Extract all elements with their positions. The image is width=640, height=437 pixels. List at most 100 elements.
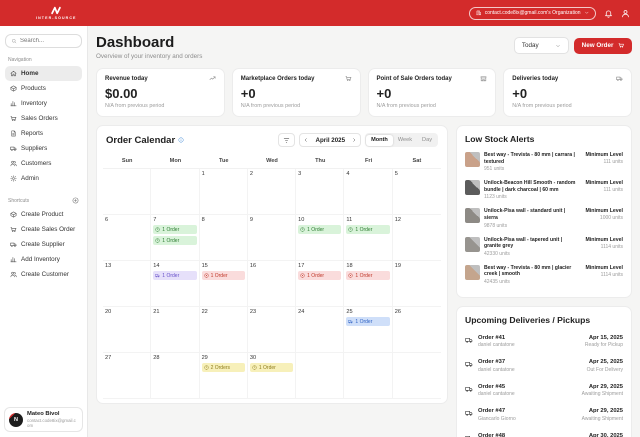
low-stock-item[interactable]: Unilock-Beacon Hill Smooth - random bund… xyxy=(465,176,623,204)
delivery-item[interactable]: Order #48daniel cantatoneApr 30, 2025Awa… xyxy=(465,427,623,437)
stat-value: +0 xyxy=(512,86,623,101)
new-order-label: New Order xyxy=(582,42,614,49)
delivery-item[interactable]: Order #45daniel cantatoneApr 29, 2025Awa… xyxy=(465,378,623,403)
calendar-event-chip[interactable]: 1 Order xyxy=(202,271,245,280)
calendar-day-cell[interactable]: 12 xyxy=(393,215,441,261)
chart-icon xyxy=(10,256,17,263)
calendar-day-cell[interactable]: 3 xyxy=(296,169,344,215)
calendar-event-chip[interactable]: 1 Order xyxy=(346,225,389,234)
shortcut-item-add-inventory[interactable]: Add Inventory xyxy=(5,252,82,267)
brand-logo[interactable]: INTER-SOURCE xyxy=(36,6,77,20)
calendar-day-cell[interactable]: 13 xyxy=(103,261,151,307)
calendar-day-cell[interactable]: 20 xyxy=(103,307,151,353)
calendar-day-cell[interactable]: 8 xyxy=(200,215,248,261)
trend-up-icon xyxy=(209,75,216,82)
sidebar-item-sales-orders[interactable]: Sales Orders xyxy=(5,111,82,126)
calendar-view-month[interactable]: Month xyxy=(366,135,393,146)
low-stock-item[interactable]: Unilock-Pisa wall - tapered unit | grani… xyxy=(465,233,623,261)
shortcut-item-create-sales-order[interactable]: Create Sales Order xyxy=(5,222,82,237)
sidebar-item-admin[interactable]: Admin xyxy=(5,171,82,186)
calendar-event-chip[interactable]: 1 Order xyxy=(298,271,341,280)
calendar-day-cell[interactable]: 181 Order xyxy=(344,261,392,307)
calendar-day-cell[interactable]: 5 xyxy=(393,169,441,215)
shortcut-item-create-product[interactable]: Create Product xyxy=(5,207,82,222)
low-stock-item[interactable]: Best way - Trevista - 80 mm | carrara | … xyxy=(465,148,623,176)
next-month-button[interactable] xyxy=(348,134,360,146)
clock-icon xyxy=(252,365,257,370)
search-input[interactable] xyxy=(20,38,76,44)
calendar-day-cell[interactable]: 141 Order xyxy=(151,261,199,307)
sidebar-item-reports[interactable]: Reports xyxy=(5,126,82,141)
calendar-event-chip[interactable]: 1 Order xyxy=(346,317,389,326)
calendar-day-cell[interactable]: 101 Order xyxy=(296,215,344,261)
calendar-day-cell[interactable]: 2 xyxy=(248,169,296,215)
delivery-item[interactable]: Order #47Giancarlo GiornoApr 29, 2025Awa… xyxy=(465,403,623,428)
calendar-day-cell[interactable]: 21 xyxy=(151,307,199,353)
sidebar-item-inventory[interactable]: Inventory xyxy=(5,96,82,111)
calendar-event-chip[interactable]: 1 Order xyxy=(153,225,196,234)
calendar-day-cell[interactable]: 4 xyxy=(344,169,392,215)
calendar-event-chip[interactable]: 1 Order xyxy=(153,271,196,280)
calendar-event-chip[interactable]: 2 Orders xyxy=(202,363,245,372)
shortcut-item-create-customer[interactable]: Create Customer xyxy=(5,267,82,282)
low-stock-item[interactable]: Unilock-Pisa wall - standard unit | sier… xyxy=(465,204,623,232)
low-stock-item[interactable]: Best way - Trevista - 80 mm | glacier cr… xyxy=(465,261,623,289)
calendar-event-chip[interactable]: 1 Order xyxy=(250,363,293,372)
calendar-day-cell[interactable] xyxy=(296,353,344,399)
search-box[interactable] xyxy=(5,34,82,48)
notifications-button[interactable] xyxy=(604,9,613,18)
new-order-button[interactable]: New Order xyxy=(574,38,632,54)
calendar-view-week[interactable]: Week xyxy=(393,135,417,146)
calendar-filter-button[interactable] xyxy=(278,133,295,147)
organization-selector[interactable]: contact.code8ix@gmail.com's Organization xyxy=(469,7,596,20)
sidebar-item-label: Sales Orders xyxy=(21,115,58,122)
user-card[interactable]: N Mateo Bivol contact.code8ix@gmail.com xyxy=(4,407,83,432)
stat-card[interactable]: Revenue today$0.00N/A from previous peri… xyxy=(96,68,225,117)
calendar-day-cell[interactable] xyxy=(393,353,441,399)
add-shortcut-button[interactable] xyxy=(72,197,79,204)
delivery-item[interactable]: Order #37daniel cantatoneApr 25, 2025Out… xyxy=(465,354,623,379)
calendar-day-cell[interactable]: 9 xyxy=(248,215,296,261)
sidebar-item-customers[interactable]: Customers xyxy=(5,156,82,171)
stat-card[interactable]: Marketplace Orders today+0N/A from previ… xyxy=(232,68,361,117)
calendar-day-cell[interactable]: 16 xyxy=(248,261,296,307)
truck-icon xyxy=(348,319,353,324)
calendar-event-chip[interactable]: 1 Order xyxy=(346,271,389,280)
sidebar-item-products[interactable]: Products xyxy=(5,81,82,96)
calendar-day-cell[interactable]: 19 xyxy=(393,261,441,307)
calendar-day-cell[interactable]: 111 Order xyxy=(344,215,392,261)
account-button[interactable] xyxy=(621,9,630,18)
period-selector[interactable]: Today xyxy=(514,37,569,54)
delivery-status: Awaiting Shipment xyxy=(582,416,623,422)
calendar-day-cell[interactable] xyxy=(151,169,199,215)
calendar-day-cell[interactable]: 23 xyxy=(248,307,296,353)
previous-month-button[interactable] xyxy=(300,134,312,146)
stat-card[interactable]: Deliveries today+0N/A from previous peri… xyxy=(503,68,632,117)
calendar-event-chip[interactable]: 1 Order xyxy=(298,225,341,234)
calendar-day-cell[interactable]: 1 xyxy=(200,169,248,215)
calendar-day-cell[interactable]: 28 xyxy=(151,353,199,399)
calendar-day-cell[interactable]: 22 xyxy=(200,307,248,353)
calendar-day-cell[interactable]: 151 Order xyxy=(200,261,248,307)
calendar-day-cell[interactable]: 251 Order xyxy=(344,307,392,353)
calendar-day-cell[interactable]: 171 Order xyxy=(296,261,344,307)
calendar-day-cell[interactable] xyxy=(344,353,392,399)
calendar-day-cell[interactable]: 26 xyxy=(393,307,441,353)
calendar-day-cell[interactable]: 301 Order xyxy=(248,353,296,399)
calendar-event-chip[interactable]: 1 Order xyxy=(153,236,196,245)
info-icon[interactable] xyxy=(178,137,184,143)
calendar-day-cell[interactable]: 292 Orders xyxy=(200,353,248,399)
calendar-view-day[interactable]: Day xyxy=(417,135,437,146)
delivery-item[interactable]: Order #41daniel cantatoneApr 15, 2025Rea… xyxy=(465,329,623,354)
calendar-day-cell[interactable]: 6 xyxy=(103,215,151,261)
sidebar-item-home[interactable]: Home xyxy=(5,66,82,81)
stat-card[interactable]: Point of Sale Orders today+0N/A from pre… xyxy=(368,68,497,117)
shortcut-item-create-supplier[interactable]: Create Supplier xyxy=(5,237,82,252)
calendar-day-cell[interactable]: 71 Order1 Order xyxy=(151,215,199,261)
event-label: 1 Order xyxy=(259,365,276,371)
calendar-day-cell[interactable]: 24 xyxy=(296,307,344,353)
sidebar-item-suppliers[interactable]: Suppliers xyxy=(5,141,82,156)
truck-icon xyxy=(155,273,160,278)
calendar-day-cell[interactable] xyxy=(103,169,151,215)
calendar-day-cell[interactable]: 27 xyxy=(103,353,151,399)
